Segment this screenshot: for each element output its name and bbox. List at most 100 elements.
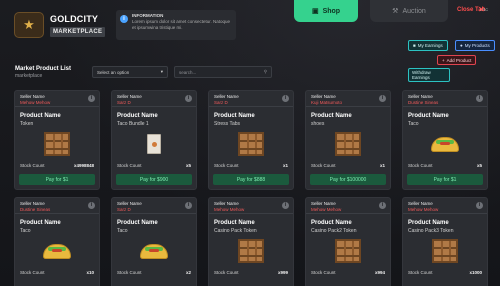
product-card[interactable]: Seller Name Mehow Mehow i Product Name Casin…	[208, 197, 294, 286]
product-card[interactable]: Seller Name Mehow Mehow i Product Name Token…	[14, 90, 100, 190]
info-icon[interactable]: i	[88, 202, 95, 209]
seller-label: Seller Name	[311, 94, 336, 99]
product-image	[236, 130, 266, 158]
product-card[interactable]: Seller Name Dustine Sineas i Product Name Ta…	[14, 197, 100, 286]
seller-name: Sarz D	[117, 100, 131, 105]
seller-name: Dustine Sineas	[20, 207, 51, 212]
tab-auction[interactable]: ⚒ Auction	[370, 0, 448, 22]
stock-label: Stock Count	[408, 270, 433, 275]
seller-name: Mehow Mehow	[408, 207, 439, 212]
shop-icon: ▣	[311, 8, 319, 15]
add-product-button[interactable]: + Add Product	[437, 55, 477, 65]
withdraw-earnings-button[interactable]: Withdraw Earnings	[408, 68, 450, 82]
gavel-icon: ⚒	[392, 8, 399, 15]
product-name: Taco	[20, 228, 31, 234]
seller-name: Sarz D	[117, 207, 131, 212]
product-image	[333, 130, 363, 158]
pay-button[interactable]: Pay for $888	[213, 174, 289, 185]
crate-icon	[238, 132, 264, 156]
product-card[interactable]: Seller Name Dustine Sineas i Product Name Ta…	[402, 90, 488, 190]
tab-shop[interactable]: ▣ Shop	[294, 0, 358, 22]
product-card[interactable]: Seller Name Sarz D i Product Name Taco Stock …	[111, 197, 197, 286]
information-title: INFORMATION	[132, 13, 164, 18]
crate-icon	[432, 239, 458, 263]
my-products-button[interactable]: ● My Products	[455, 40, 495, 51]
crate-icon	[238, 239, 264, 263]
seller-name: Sarz D	[214, 100, 228, 105]
crate-icon	[44, 132, 70, 156]
seller-label: Seller Name	[214, 94, 239, 99]
product-name-label: Product Name	[214, 220, 255, 226]
taco-icon	[43, 243, 71, 259]
list-subtitle: marketplace	[15, 73, 43, 79]
product-name: Taco	[408, 121, 419, 127]
product-card[interactable]: Seller Name Mehow Mehow i Product Name Casin…	[305, 197, 391, 286]
pay-button[interactable]: Pay for $900	[116, 174, 192, 185]
pay-button[interactable]: Pay for $1	[407, 174, 483, 185]
product-card[interactable]: Seller Name Sarz D i Product Name Taco Bundl…	[111, 90, 197, 190]
seller-label: Seller Name	[117, 201, 142, 206]
divider	[306, 106, 390, 107]
taco-icon	[431, 136, 459, 152]
wallet-icon: ■	[413, 43, 416, 48]
stock-count: x994	[374, 270, 385, 275]
search-input[interactable]: search... ⚲	[174, 66, 272, 78]
tab-shop-label: Shop	[322, 7, 341, 15]
pay-button[interactable]: Pay for $100000	[310, 174, 386, 185]
product-image	[430, 237, 460, 265]
info-icon[interactable]: i	[379, 95, 386, 102]
product-card[interactable]: Seller Name Sarz D i Product Name Stress Tab…	[208, 90, 294, 190]
info-icon[interactable]: i	[185, 95, 192, 102]
info-icon[interactable]: i	[282, 95, 289, 102]
store-icon: ★	[14, 12, 44, 38]
stock-label: Stock Count	[214, 163, 239, 168]
product-name-label: Product Name	[117, 220, 158, 226]
stock-count: x2	[185, 270, 191, 275]
info-icon[interactable]: i	[379, 202, 386, 209]
divider	[306, 213, 390, 214]
plus-icon: +	[442, 57, 445, 63]
information-body: Lorem ipsum dolor sit amet consectetur. …	[132, 19, 231, 30]
stock-label: Stock Count	[214, 270, 239, 275]
seller-name: Mehow Mehow	[311, 207, 342, 212]
my-earnings-button[interactable]: ■ My Earnings	[408, 40, 448, 51]
stock-label: Stock Count	[408, 163, 433, 168]
product-name: Casino Pack Token	[214, 228, 257, 234]
seller-name: Mehow Mehow	[20, 100, 51, 105]
seller-label: Seller Name	[408, 201, 433, 206]
filter-select[interactable]: Select an option ▾	[92, 66, 168, 78]
product-name-label: Product Name	[311, 113, 352, 119]
crate-icon	[335, 132, 361, 156]
stock-label: Stock Count	[311, 270, 336, 275]
info-icon[interactable]: i	[476, 95, 483, 102]
tab-auction-label: Auction	[402, 7, 426, 15]
stock-count: x1	[282, 163, 288, 168]
divider	[403, 213, 487, 214]
product-name: Taco	[117, 228, 128, 234]
product-card[interactable]: Seller Name Kuji Matsumoto i Product Name sh…	[305, 90, 391, 190]
divider	[112, 106, 196, 107]
stock-count: x5	[185, 163, 191, 168]
seller-name: Kuji Matsumoto	[311, 100, 343, 105]
info-icon[interactable]: i	[88, 95, 95, 102]
product-name-label: Product Name	[20, 220, 61, 226]
user-icon: ●	[460, 43, 463, 48]
divider	[403, 106, 487, 107]
product-card[interactable]: Seller Name Mehow Mehow i Product Name Casin…	[402, 197, 488, 286]
info-icon[interactable]: i	[476, 202, 483, 209]
close-icon[interactable]: ✕	[478, 6, 486, 14]
pay-button[interactable]: Pay for $1	[19, 174, 95, 185]
seller-label: Seller Name	[20, 94, 45, 99]
bag-icon	[147, 134, 161, 154]
product-image	[430, 130, 460, 158]
divider	[15, 213, 99, 214]
info-icon: i	[120, 15, 128, 23]
divider	[209, 213, 293, 214]
seller-label: Seller Name	[117, 94, 142, 99]
crate-icon	[335, 239, 361, 263]
info-icon[interactable]: i	[282, 202, 289, 209]
my-products-label: My Products	[464, 43, 490, 48]
product-name: shoes	[311, 121, 325, 127]
product-name-label: Product Name	[408, 220, 449, 226]
info-icon[interactable]: i	[185, 202, 192, 209]
